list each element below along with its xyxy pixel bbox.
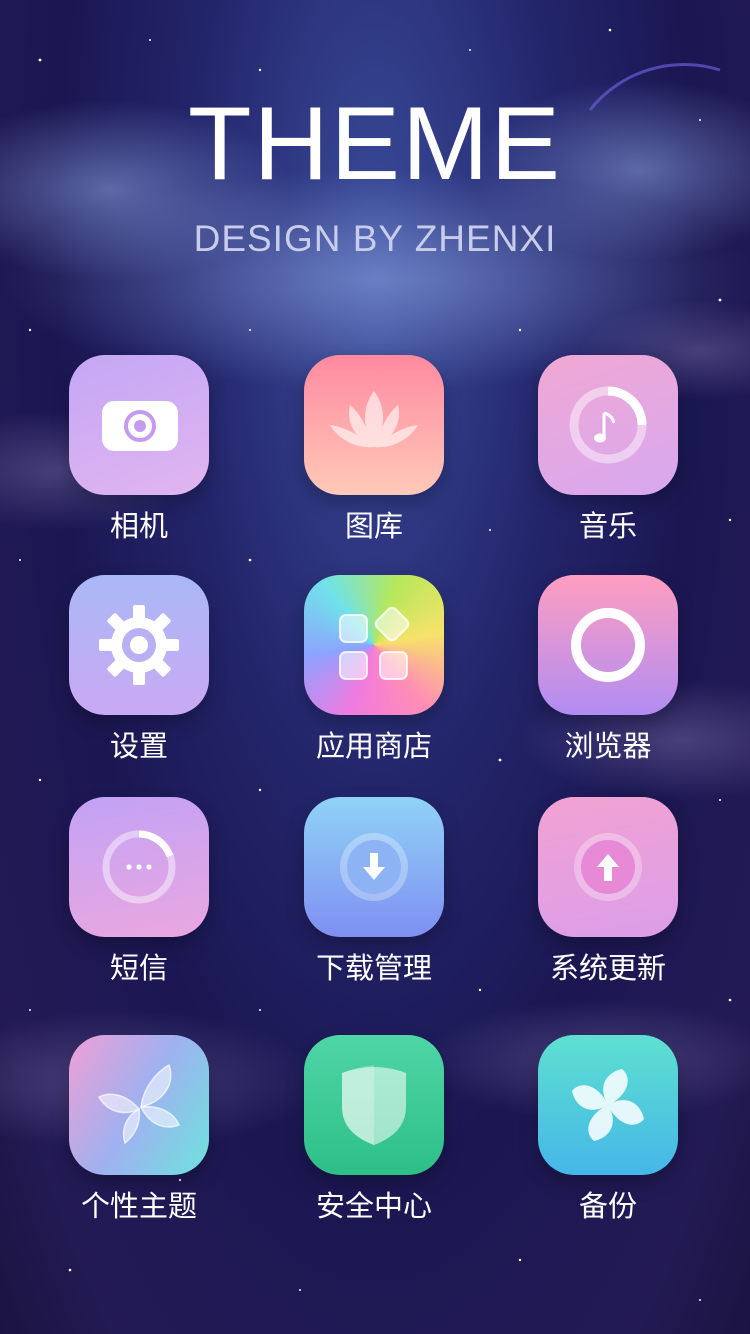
gear-icon <box>69 575 209 715</box>
download-arrow-icon <box>304 797 444 937</box>
butterfly-icon <box>69 1035 209 1175</box>
app-security-center[interactable]: 安全中心 <box>274 1035 474 1223</box>
app-label: 相机 <box>109 509 168 543</box>
message-dots-icon <box>69 797 209 937</box>
app-themes[interactable]: 个性主题 <box>39 1035 239 1223</box>
app-label: 系统更新 <box>549 951 666 985</box>
camera-icon <box>69 355 209 495</box>
app-system-update[interactable]: 系统更新 <box>508 797 708 985</box>
app-label: 设置 <box>109 729 168 763</box>
app-label: 个性主题 <box>80 1189 197 1223</box>
app-grid: 相机 图库 音乐 设置 应用商店 浏览器 短信 下载管理 系统更新 个性主题 安… <box>0 0 750 1334</box>
app-label: 音乐 <box>578 509 637 543</box>
app-messages[interactable]: 短信 <box>39 797 239 985</box>
pinwheel-icon <box>538 1035 678 1175</box>
app-settings[interactable]: 设置 <box>39 575 239 763</box>
app-camera[interactable]: 相机 <box>39 355 239 543</box>
lotus-icon <box>304 355 444 495</box>
app-backup[interactable]: 备份 <box>508 1035 708 1223</box>
music-note-icon <box>538 355 678 495</box>
app-label: 备份 <box>578 1189 637 1223</box>
app-label: 下载管理 <box>315 951 432 985</box>
shield-icon <box>304 1035 444 1175</box>
app-label: 图库 <box>344 509 403 543</box>
app-browser[interactable]: 浏览器 <box>508 575 708 763</box>
app-store-icon <box>304 575 444 715</box>
app-label: 应用商店 <box>315 729 432 763</box>
app-store[interactable]: 应用商店 <box>274 575 474 763</box>
browser-ring-icon <box>538 575 678 715</box>
upload-arrow-icon <box>538 797 678 937</box>
app-label: 浏览器 <box>564 729 652 763</box>
app-music[interactable]: 音乐 <box>508 355 708 543</box>
app-downloads[interactable]: 下载管理 <box>274 797 474 985</box>
app-label: 短信 <box>109 951 168 985</box>
app-gallery[interactable]: 图库 <box>274 355 474 543</box>
app-label: 安全中心 <box>315 1189 432 1223</box>
